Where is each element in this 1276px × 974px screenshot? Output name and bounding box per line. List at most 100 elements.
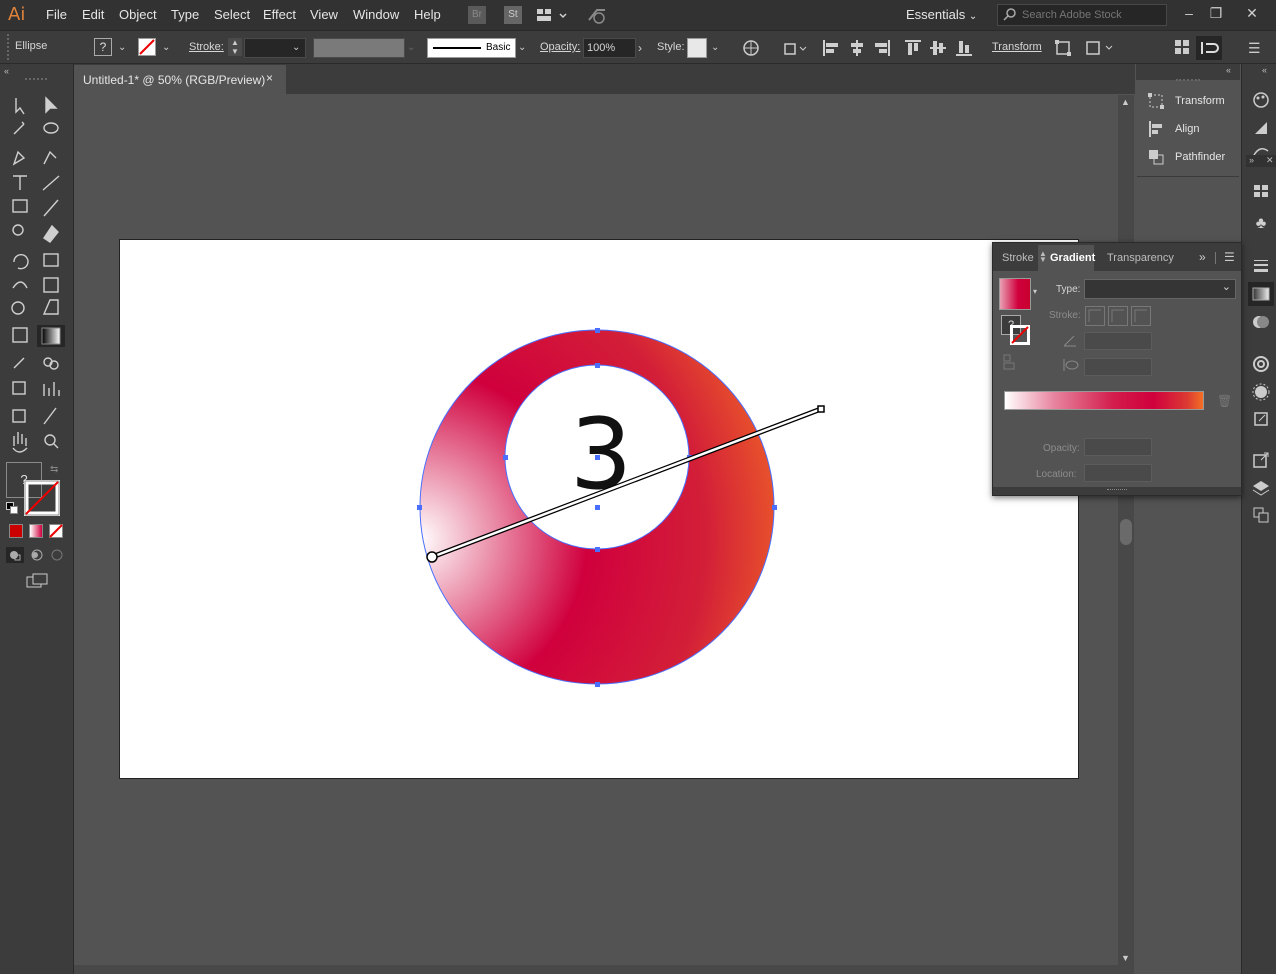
arrange-documents-icon[interactable] xyxy=(536,7,568,23)
tab-gradient[interactable]: Gradient xyxy=(1050,252,1095,264)
brush-dropdown-icon[interactable]: ⌄ xyxy=(518,42,526,53)
recolor-artwork-icon[interactable] xyxy=(742,39,760,57)
opacity-label[interactable]: Opacity: xyxy=(540,41,580,53)
rectangle-tool[interactable] xyxy=(10,195,32,217)
arrange-grid-icon[interactable] xyxy=(1174,39,1190,55)
panel-expand-icon[interactable]: » xyxy=(1199,250,1206,264)
asset-export-icon[interactable] xyxy=(1252,410,1270,428)
column-graph-tool[interactable] xyxy=(40,378,62,400)
type-tool[interactable] xyxy=(10,171,32,193)
gradient-type-select[interactable]: ⌄ xyxy=(1084,279,1236,299)
curvature-tool[interactable] xyxy=(40,147,62,169)
align-horizontal-center-icon[interactable] xyxy=(848,39,866,57)
draw-normal-icon[interactable] xyxy=(6,547,24,563)
align-vertical-center-icon[interactable] xyxy=(930,39,948,57)
close-tab-icon[interactable]: × xyxy=(266,71,273,85)
tools-gripper[interactable] xyxy=(25,78,47,84)
document-tab[interactable]: Untitled-1* @ 50% (RGB/Preview) × xyxy=(74,65,286,94)
align-left-icon[interactable] xyxy=(822,39,840,57)
mesh-tool[interactable] xyxy=(10,325,32,347)
location-stop-field[interactable] xyxy=(1084,464,1152,482)
symbols-icon[interactable]: ♣ xyxy=(1252,215,1270,233)
menu-edit[interactable]: Edit xyxy=(82,7,104,22)
gradient-thumbnail[interactable] xyxy=(999,278,1031,310)
tab-sort-icon[interactable]: ▲ ▼ xyxy=(1039,250,1047,264)
swap-fill-stroke-icon[interactable]: ⇆ xyxy=(50,464,58,475)
stock-search-box[interactable] xyxy=(997,4,1167,26)
bridge-icon[interactable]: Br xyxy=(468,6,486,24)
perspective-grid-tool[interactable] xyxy=(40,296,62,318)
style-dropdown-icon[interactable]: ⌄ xyxy=(711,42,719,53)
draw-behind-icon[interactable] xyxy=(28,547,46,563)
gradient-mode-icon[interactable] xyxy=(29,524,43,538)
gradient-presets-dropdown-icon[interactable]: ▾ xyxy=(1033,287,1037,296)
artboards-icon[interactable] xyxy=(1252,506,1270,524)
gradient-stroke-box[interactable] xyxy=(1010,325,1030,345)
graphic-style-swatch[interactable] xyxy=(687,38,707,58)
opacity-field[interactable]: 100% xyxy=(583,38,636,58)
collapsed-group-header[interactable]: » ✕ xyxy=(1246,155,1276,167)
panel-resize-bar[interactable] xyxy=(993,487,1241,495)
opacity-stop-field[interactable] xyxy=(1084,438,1152,456)
shape-builder-tool[interactable] xyxy=(10,296,32,318)
stroke-dropdown-icon[interactable]: ⌄ xyxy=(162,42,170,53)
menu-view[interactable]: View xyxy=(310,7,338,22)
stroke-panel-icon[interactable] xyxy=(1252,256,1270,274)
menu-type[interactable]: Type xyxy=(171,7,199,22)
shaper-tool[interactable] xyxy=(10,219,32,241)
brush-definition[interactable]: Basic xyxy=(427,38,516,58)
creative-cloud-libraries-icon[interactable] xyxy=(1252,355,1270,373)
magic-wand-tool[interactable] xyxy=(10,118,32,140)
collapse-tools-icon[interactable]: « xyxy=(4,66,9,76)
eraser-tool[interactable] xyxy=(40,219,62,241)
menu-window[interactable]: Window xyxy=(353,7,399,22)
shape-properties-icon[interactable] xyxy=(783,39,809,57)
gradient-origin-handle[interactable] xyxy=(426,551,438,563)
slice-tool[interactable] xyxy=(40,406,62,428)
workspace-switcher[interactable]: Essentials ⌄ xyxy=(906,7,977,22)
scrollbar-thumb[interactable] xyxy=(1120,519,1132,545)
layers-icon[interactable] xyxy=(1252,479,1270,497)
free-transform-tool[interactable] xyxy=(40,271,62,293)
collapse-icon-dock-icon[interactable]: « xyxy=(1262,65,1267,75)
properties-toggle-icon[interactable] xyxy=(1196,36,1222,60)
gradient-panel-icon[interactable] xyxy=(1248,282,1274,306)
default-fill-stroke-icon[interactable] xyxy=(6,502,18,514)
scroll-down-icon[interactable]: ▼ xyxy=(1121,953,1130,963)
opacity-arrow-icon[interactable]: › xyxy=(638,41,642,55)
stroke-weight-stepper[interactable]: ▲ ▼ xyxy=(228,38,242,56)
menu-object[interactable]: Object xyxy=(119,7,157,22)
stock-icon[interactable]: St xyxy=(504,6,522,24)
color-mode-icon[interactable] xyxy=(9,524,23,538)
minimize-icon[interactable]: – xyxy=(1177,5,1201,21)
reverse-gradient-icon[interactable] xyxy=(1003,354,1021,370)
scale-tool[interactable] xyxy=(40,247,62,269)
transform-link[interactable]: Transform xyxy=(992,41,1042,53)
align-top-icon[interactable] xyxy=(904,39,922,57)
artboard-tool[interactable] xyxy=(10,406,32,428)
menu-select[interactable]: Select xyxy=(214,7,250,22)
angle-field[interactable] xyxy=(1084,332,1152,350)
blend-tool[interactable] xyxy=(40,349,62,371)
selection-tool[interactable] xyxy=(10,94,32,116)
aspect-ratio-field[interactable] xyxy=(1084,358,1152,376)
gradient-end-handle[interactable] xyxy=(817,405,825,413)
stroke-box[interactable] xyxy=(24,480,60,516)
vertical-scrollbar[interactable]: ▲ ▼ xyxy=(1118,95,1134,965)
close-window-icon[interactable]: ✕ xyxy=(1240,5,1264,22)
rotate-tool[interactable] xyxy=(10,247,32,269)
paintbrush-tool[interactable] xyxy=(40,195,62,217)
close-panel-group-icon[interactable]: ✕ xyxy=(1266,155,1274,166)
screen-mode-icon[interactable] xyxy=(25,573,49,591)
pen-tool[interactable] xyxy=(10,147,32,169)
direct-selection-tool[interactable] xyxy=(40,94,62,116)
tab-transparency[interactable]: Transparency xyxy=(1107,252,1174,264)
stroke-swatch-control[interactable] xyxy=(138,38,156,56)
menu-file[interactable]: File xyxy=(46,7,67,22)
zoom-tool[interactable] xyxy=(40,431,62,453)
variable-width-profile[interactable] xyxy=(313,38,405,58)
line-segment-tool[interactable] xyxy=(40,171,62,193)
panel-menu-icon[interactable]: ☰ xyxy=(1224,250,1235,264)
gradient-tool[interactable] xyxy=(40,325,62,347)
stock-search-input[interactable] xyxy=(1020,8,1164,22)
